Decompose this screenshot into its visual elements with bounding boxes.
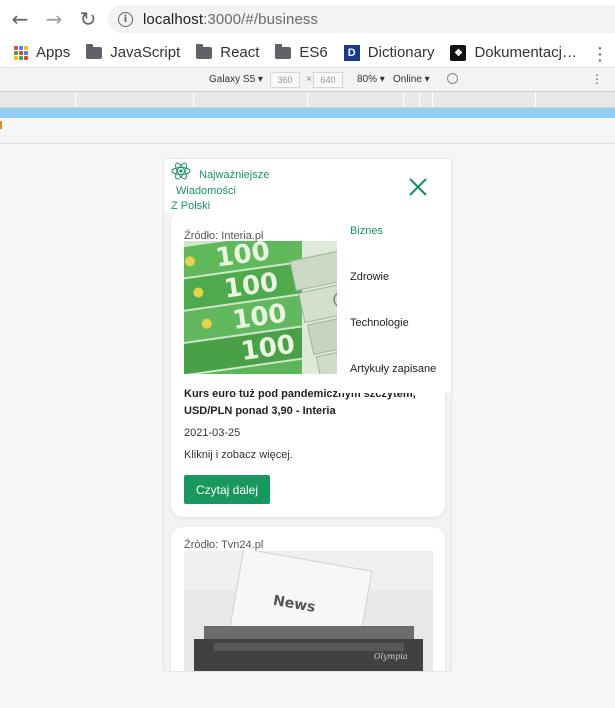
dictionary-icon: D (343, 44, 360, 61)
browser-toolbar: ← → ↻ i localhost:3000/#/business (0, 0, 615, 38)
folder-icon (196, 43, 213, 59)
bookmark-docs[interactable]: ◆ Dokumentacj… (450, 44, 577, 61)
bookmark-label: React (220, 44, 260, 61)
close-menu-icon[interactable] (408, 177, 428, 197)
article-description: Kliknij i zobacz więcej. (184, 449, 293, 461)
typewriter-news-image: News Olympia (184, 551, 433, 671)
bookmark-label: Dokumentacj… (474, 44, 578, 61)
bookmark-es6[interactable]: ES6 (275, 43, 328, 61)
read-more-button[interactable]: Czytaj dalej (184, 475, 270, 504)
apps-grid-icon (14, 45, 28, 60)
bookmark-apps[interactable]: Apps (14, 44, 70, 61)
brand-title-line3[interactable]: Z Polski (171, 200, 210, 212)
bookmark-label: ES6 (299, 44, 328, 61)
nav-item-saved[interactable]: Artykuły zapisane (350, 363, 436, 375)
bookmarks-overflow-icon[interactable]: ⋮ (591, 44, 609, 65)
device-viewport: Najważniejsze Wiadomości Z Polski Biznes… (163, 158, 452, 672)
device-toolbar: Galaxy S5 ▾ 360 × 640 80% ▾ Online ▾ ⋮ (0, 68, 615, 92)
url-text[interactable]: localhost:3000/#/business (143, 11, 318, 28)
bookmark-dictionary[interactable]: D Dictionary (343, 44, 435, 61)
zoom-select[interactable]: 80% ▾ (357, 74, 385, 85)
bookmark-javascript[interactable]: JavaScript (86, 43, 181, 61)
app-header: Najważniejsze Wiadomości Z Polski (164, 159, 451, 213)
atom-logo-icon[interactable] (171, 161, 191, 181)
brand-title-line1[interactable]: Najważniejsze (199, 169, 269, 181)
dimension-separator: × (306, 74, 312, 85)
device-width-input[interactable]: 360 (270, 72, 300, 88)
bookmark-label: Dictionary (367, 44, 435, 61)
info-icon[interactable]: i (118, 11, 133, 27)
folder-icon (275, 43, 292, 59)
bookmark-label: Apps (36, 44, 71, 61)
bookmark-react[interactable]: React (196, 43, 260, 61)
network-select[interactable]: Online ▾ (393, 74, 430, 85)
devtools-more-icon[interactable]: ⋮ (591, 72, 603, 86)
article-source: Źródło: Tvn24.pl (184, 539, 264, 551)
docs-icon: ◆ (450, 44, 467, 61)
folder-icon (86, 43, 103, 59)
nav-menu: Biznes Zdrowie Technologie Artykuły zapi… (337, 213, 451, 393)
rotate-icon[interactable] (447, 73, 458, 84)
back-arrow-icon[interactable]: ← (6, 5, 34, 33)
device-select[interactable]: Galaxy S5 ▾ (209, 74, 263, 85)
breakpoint-marker (0, 121, 2, 129)
nav-item-technologie[interactable]: Technologie (350, 317, 409, 329)
divider (0, 143, 615, 144)
media-query-bar[interactable] (0, 108, 615, 118)
nav-item-biznes[interactable]: Biznes (350, 225, 383, 237)
address-bar[interactable]: i localhost:3000/#/business (108, 5, 615, 33)
brand-word: Olympia (374, 652, 408, 661)
article-card: Źródło: Tvn24.pl News Olympia (171, 527, 445, 671)
media-query-ruler (0, 92, 615, 108)
reload-icon[interactable]: ↻ (74, 5, 102, 33)
brand-title-line2[interactable]: Wiadomości (176, 185, 236, 197)
bookmarks-bar: Apps JavaScript React ES6 D Dictionary ◆… (0, 38, 615, 68)
bookmark-label: JavaScript (110, 44, 181, 61)
article-date: 2021-03-25 (184, 427, 241, 439)
device-height-input[interactable]: 640 (313, 72, 343, 88)
forward-arrow-icon[interactable]: → (40, 5, 68, 33)
nav-item-zdrowie[interactable]: Zdrowie (350, 271, 389, 283)
